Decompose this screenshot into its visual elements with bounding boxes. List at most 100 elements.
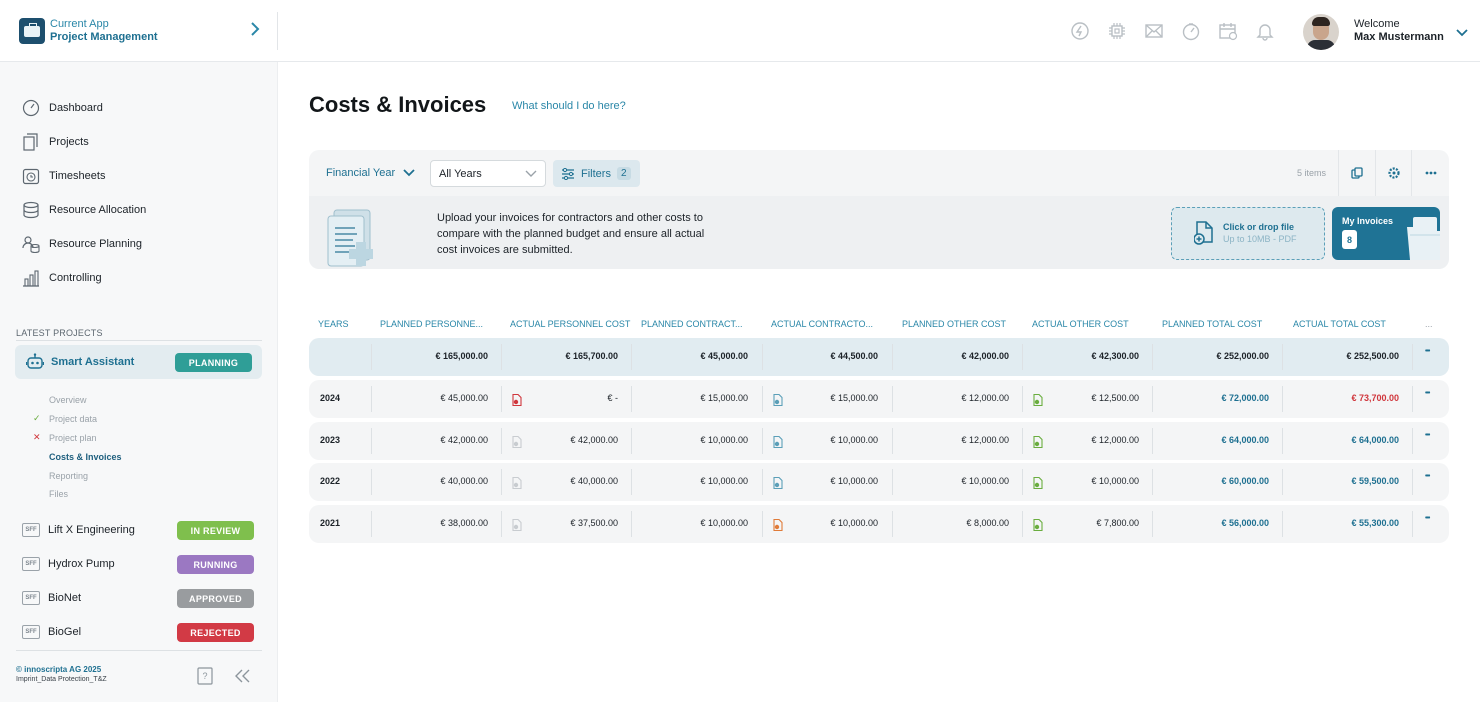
invoice-file-icon[interactable] — [512, 518, 522, 536]
calendar-icon[interactable] — [1217, 20, 1239, 42]
subnav-files[interactable]: Files — [49, 489, 68, 499]
my-invoices-count: 8 — [1342, 230, 1357, 249]
items-count: 5 items — [1297, 168, 1327, 178]
settings-icon[interactable] — [1375, 150, 1412, 196]
row-options-icon[interactable]: ••• — [1425, 348, 1430, 355]
invoice-file-icon[interactable] — [773, 518, 783, 536]
cost-cell-pc: € 10,000.00 — [700, 518, 748, 528]
invoice-file-icon[interactable] — [773, 435, 783, 453]
bell-icon[interactable] — [1254, 20, 1276, 42]
cost-cell-po: € 12,000.00 — [961, 435, 1009, 445]
collapse-sidebar-icon[interactable] — [233, 669, 251, 688]
subnav-reporting[interactable]: Reporting — [49, 471, 88, 481]
row-options-icon[interactable]: ••• — [1425, 515, 1430, 522]
cost-cell-pt: € 252,000.00 — [1216, 351, 1269, 361]
avatar[interactable] — [1303, 14, 1339, 50]
sidebar-item-timesheets[interactable]: Timesheets — [22, 166, 105, 186]
subnav-overview[interactable]: Overview — [49, 395, 87, 405]
footer-links[interactable]: Imprint_Data Protection_T&Z — [16, 676, 107, 683]
sidebar-item-label: Resource Planning — [49, 238, 142, 250]
app-switcher-name[interactable]: Project Management — [50, 31, 158, 43]
chevron-down-icon[interactable] — [1456, 24, 1468, 42]
row-options-icon[interactable]: ••• — [1425, 473, 1430, 480]
invoice-file-icon[interactable] — [1033, 393, 1043, 411]
column-divider — [892, 428, 893, 454]
svg-text:?: ? — [202, 671, 207, 681]
column-header-actual-other[interactable]: ACTUAL OTHER COST — [1032, 319, 1129, 329]
invoice-file-icon[interactable] — [512, 435, 522, 453]
financial-year-dropdown[interactable]: Financial Year — [326, 167, 415, 179]
year-cell: 2021 — [320, 518, 341, 528]
column-divider — [892, 511, 893, 537]
cost-cell-pc: € 45,000.00 — [700, 351, 748, 361]
invoice-file-icon[interactable] — [1033, 518, 1043, 536]
copy-icon[interactable] — [1338, 150, 1375, 196]
top-bar: Current App Project Management Welcome M… — [0, 0, 1480, 62]
cost-cell-at: € 252,500.00 — [1346, 351, 1399, 361]
filters-count: 2 — [616, 167, 631, 180]
column-header-actual-contractor[interactable]: ACTUAL CONTRACTO... — [771, 319, 873, 329]
filters-button[interactable]: Filters 2 — [553, 160, 640, 187]
column-header-years[interactable]: YEARS — [318, 319, 349, 329]
column-header-planned-contract[interactable]: PLANNED CONTRACT... — [641, 319, 743, 329]
column-divider — [371, 469, 372, 495]
cost-cell-at: € 73,700.00 — [1351, 393, 1399, 403]
invoice-file-icon[interactable] — [773, 476, 783, 494]
project-logo: SFF — [22, 523, 40, 537]
user-name[interactable]: Max Mustermann — [1354, 31, 1444, 43]
invoice-file-icon[interactable] — [1033, 435, 1043, 453]
project-name: Hydrox Pump — [48, 558, 115, 570]
column-header-planned-personnel[interactable]: PLANNED PERSONNE... — [380, 319, 483, 329]
sidebar-item-dashboard[interactable]: Dashboard — [22, 98, 103, 118]
mail-icon[interactable] — [1143, 20, 1165, 42]
column-divider — [1022, 469, 1023, 495]
sidebar-project-hydrox[interactable]: SFF Hydrox Pump — [22, 555, 115, 573]
column-header-planned-other[interactable]: PLANNED OTHER COST — [902, 319, 1006, 329]
column-header-actual-total[interactable]: ACTUAL TOTAL COST — [1293, 319, 1386, 329]
cost-cell-ac: € 10,000.00 — [830, 435, 878, 445]
cost-cell-ao: € 12,500.00 — [1091, 393, 1139, 403]
invoice-file-icon[interactable] — [512, 393, 522, 411]
chat-icon[interactable] — [1069, 20, 1091, 42]
sidebar-item-controlling[interactable]: Controlling — [22, 268, 102, 288]
column-divider — [762, 428, 763, 454]
subnav-project-data[interactable]: Project data — [49, 414, 97, 424]
column-divider — [501, 386, 502, 412]
column-divider — [1152, 469, 1153, 495]
dashboard-gauge-icon[interactable] — [1180, 20, 1202, 42]
years-select[interactable]: All Years — [430, 160, 546, 187]
sidebar-project-lift-x[interactable]: SFF Lift X Engineering — [22, 521, 135, 539]
sidebar-item-resource-planning[interactable]: Resource Planning — [22, 234, 142, 254]
column-divider — [631, 344, 632, 370]
cost-cell-po: € 10,000.00 — [961, 476, 1009, 486]
drop-subtitle: Up to 10MB - PDF — [1223, 234, 1297, 244]
top-icon-bar — [1069, 20, 1276, 42]
filters-label: Filters — [581, 167, 611, 180]
help-link[interactable]: What should I do here? — [512, 100, 626, 112]
subnav-costs-invoices[interactable]: Costs & Invoices — [49, 452, 122, 462]
invoice-file-icon[interactable] — [773, 393, 783, 411]
sidebar-project-bionet[interactable]: SFF BioNet — [22, 589, 81, 607]
column-header-planned-total[interactable]: PLANNED TOTAL COST — [1162, 319, 1262, 329]
cost-cell-ac: € 10,000.00 — [830, 518, 878, 528]
chevron-right-icon[interactable] — [250, 22, 260, 41]
sidebar-item-projects[interactable]: Projects — [22, 132, 89, 152]
sidebar-project-biogel[interactable]: SFF BioGel — [22, 623, 81, 641]
column-header-actual-personnel[interactable]: ACTUAL PERSONNEL COST — [510, 319, 630, 329]
app-logo[interactable] — [19, 18, 45, 44]
invoice-file-icon[interactable] — [512, 476, 522, 494]
invoice-document-illustration — [326, 206, 392, 273]
invoice-file-icon[interactable] — [1033, 476, 1043, 494]
subnav-project-plan[interactable]: Project plan — [49, 433, 97, 443]
more-options-icon[interactable] — [1411, 150, 1449, 196]
help-book-icon[interactable]: ? — [197, 667, 213, 690]
cross-icon: ✕ — [33, 432, 41, 442]
cost-cell-pt: € 72,000.00 — [1221, 393, 1269, 403]
row-options-icon[interactable]: ••• — [1425, 432, 1430, 439]
column-divider — [631, 511, 632, 537]
sidebar-item-resource-allocation[interactable]: Resource Allocation — [22, 200, 146, 220]
column-header-options[interactable]: ... — [1425, 319, 1433, 329]
row-options-icon[interactable]: ••• — [1425, 390, 1430, 397]
sliders-icon — [562, 167, 574, 180]
chip-icon[interactable] — [1106, 20, 1128, 42]
